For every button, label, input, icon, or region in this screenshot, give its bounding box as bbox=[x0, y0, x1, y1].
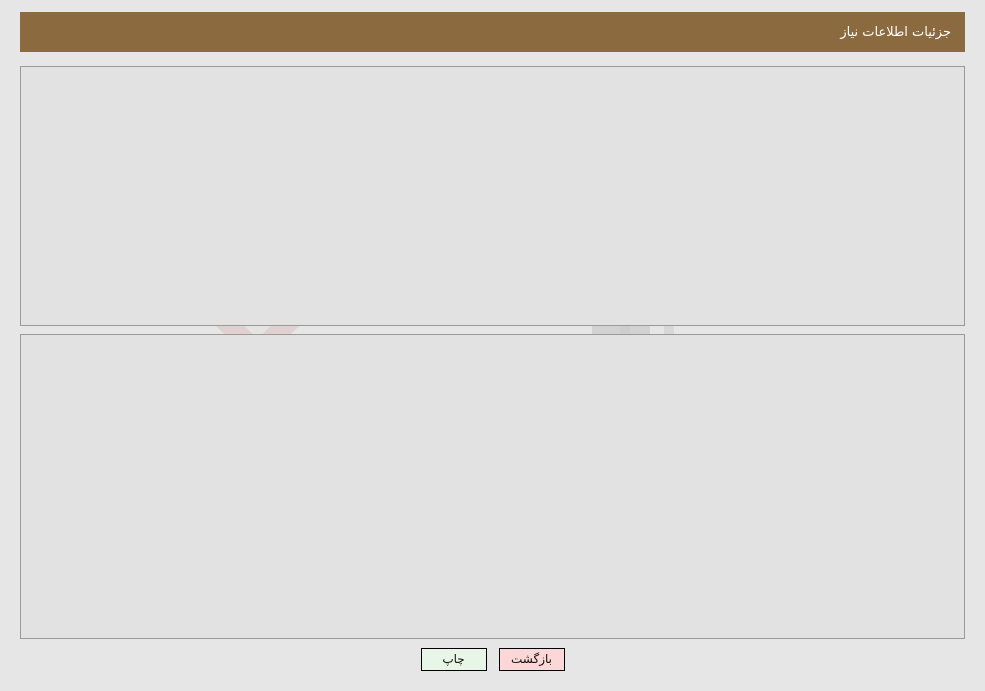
page-title-bar: جزئیات اطلاعات نیاز bbox=[20, 12, 965, 52]
back-button[interactable]: بازگشت bbox=[498, 648, 565, 671]
need-info-panel bbox=[20, 66, 965, 326]
print-button[interactable]: چاپ bbox=[420, 648, 487, 671]
action-button-bar: بازگشت چاپ bbox=[0, 648, 985, 671]
page-root: AriaTender.net جزئیات اطلاعات نیاز شماره… bbox=[0, 0, 985, 691]
page-title: جزئیات اطلاعات نیاز bbox=[840, 24, 951, 40]
services-panel bbox=[20, 334, 965, 639]
